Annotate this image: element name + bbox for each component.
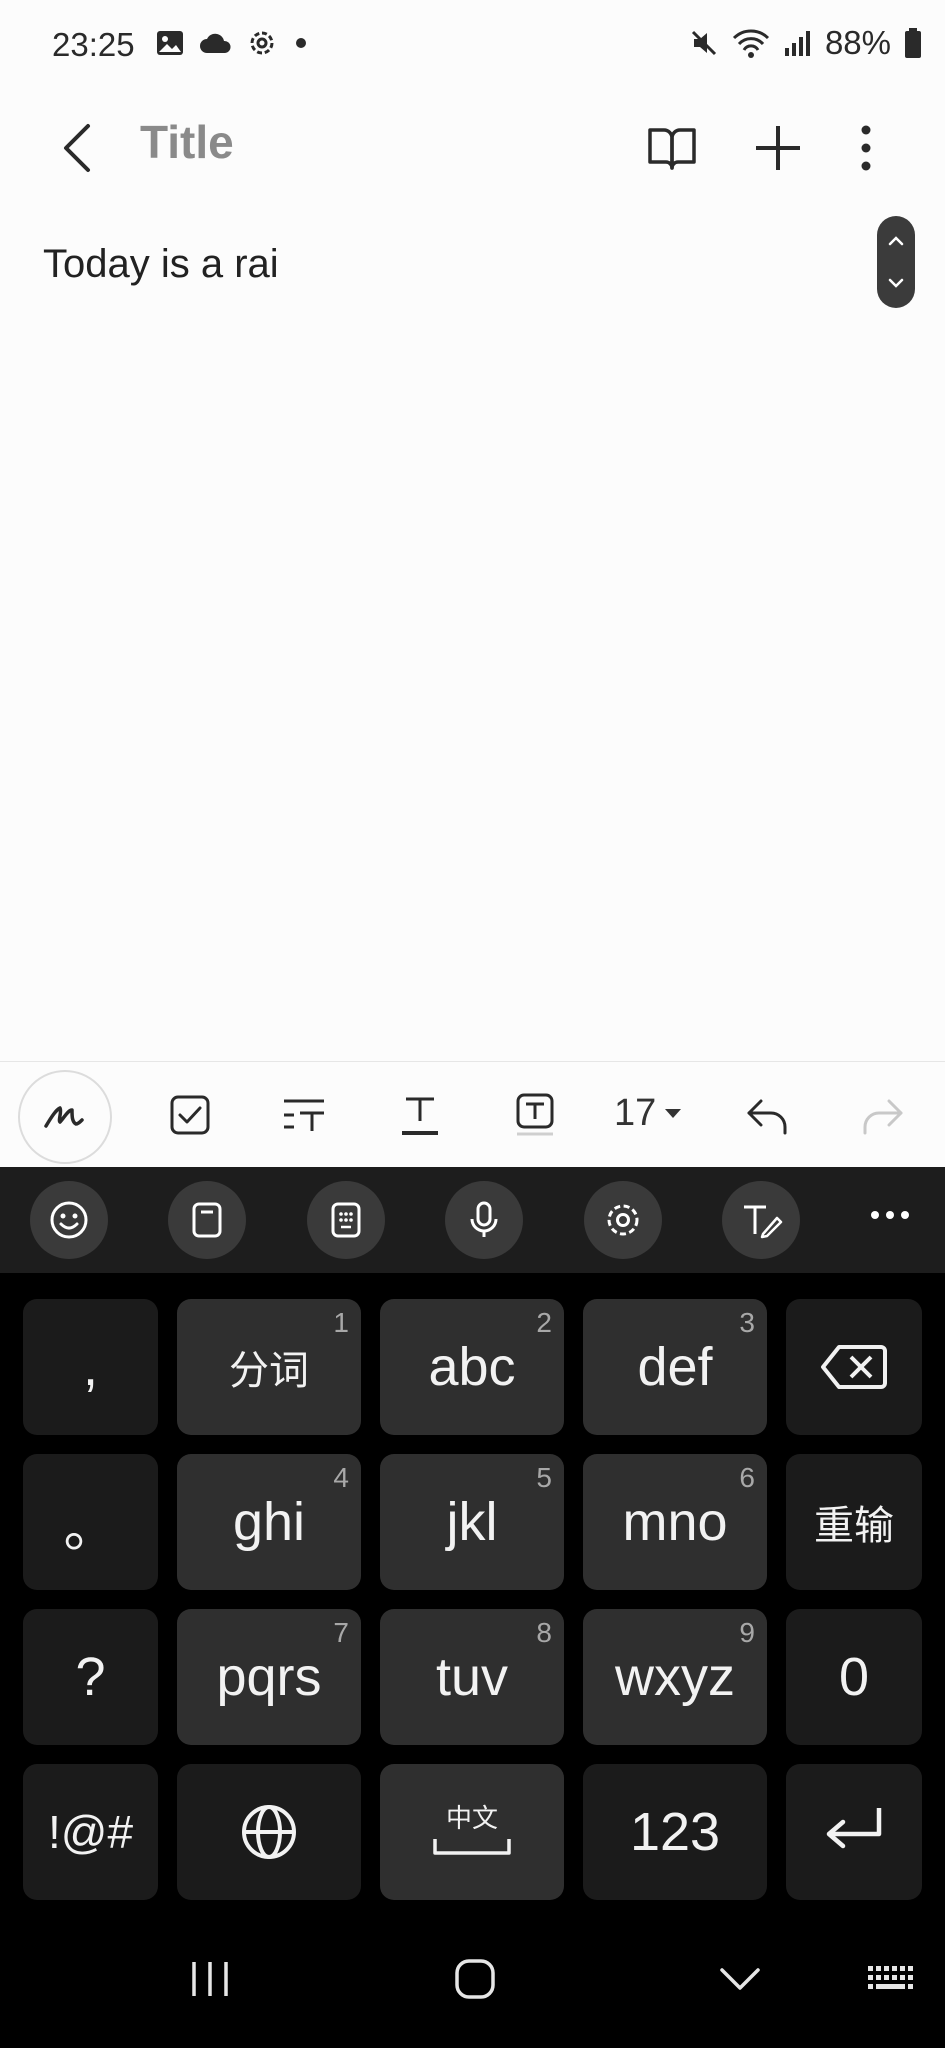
- home-button[interactable]: [447, 1954, 503, 2004]
- battery-icon: [905, 28, 921, 58]
- key-period[interactable]: 。: [23, 1454, 158, 1590]
- keypad-icon: [331, 1202, 361, 1238]
- key-5-jkl[interactable]: jkl 5: [380, 1454, 564, 1590]
- key-space[interactable]: 中文: [380, 1764, 564, 1900]
- settings-icon: [607, 1204, 639, 1236]
- undo-button[interactable]: [732, 1080, 802, 1150]
- text-box-button[interactable]: [500, 1080, 570, 1150]
- status-time: 23:25: [52, 26, 135, 63]
- emoji-button[interactable]: [30, 1181, 108, 1259]
- handwriting-icon: [44, 1106, 84, 1128]
- redo-icon: [863, 1099, 903, 1135]
- signal-icon: [784, 31, 810, 56]
- status-left-icons: [155, 28, 311, 58]
- text-style-icon: [284, 1099, 324, 1131]
- clipboard-button[interactable]: [168, 1181, 246, 1259]
- handwriting-input-button[interactable]: [722, 1181, 800, 1259]
- key-enter[interactable]: [786, 1764, 922, 1900]
- keyboard-switch-button[interactable]: [862, 1954, 918, 2004]
- font-size-select[interactable]: 17: [614, 1092, 682, 1135]
- key-numbers[interactable]: 123: [583, 1764, 767, 1900]
- add-button[interactable]: [742, 112, 814, 184]
- note-title[interactable]: Title: [140, 115, 234, 169]
- checkbox-icon: [170, 1095, 210, 1135]
- checkbox-button[interactable]: [155, 1080, 225, 1150]
- home-icon: [455, 1959, 495, 1999]
- back-button[interactable]: [52, 112, 112, 184]
- more-vert-icon: [861, 125, 871, 171]
- handwriting-text-icon: [744, 1205, 783, 1239]
- key-6-mno[interactable]: mno 6: [583, 1454, 767, 1590]
- mute-icon: [691, 30, 716, 56]
- note-body-text[interactable]: Today is a rai: [43, 242, 279, 287]
- text-box-icon: [516, 1093, 554, 1136]
- app-bar: Title: [0, 90, 945, 207]
- keyboard-switch-icon: [868, 1966, 913, 1989]
- status-bar: 23:25 88%: [0, 0, 945, 90]
- hide-keyboard-button[interactable]: [712, 1954, 768, 2004]
- emoji-icon: [50, 1201, 88, 1239]
- more-horiz-icon[interactable]: [871, 1205, 911, 1225]
- backspace-icon: [821, 1345, 887, 1389]
- more-options-button[interactable]: [830, 112, 902, 184]
- back-icon: [64, 124, 90, 172]
- gallery-icon: [157, 31, 183, 55]
- dot-icon: [296, 38, 306, 48]
- text-style-button[interactable]: [269, 1080, 339, 1150]
- dropdown-arrow-icon: [665, 1108, 682, 1118]
- book-icon: [648, 128, 696, 170]
- keypad-button[interactable]: [307, 1181, 385, 1259]
- key-1-fenci[interactable]: 分词 1: [177, 1299, 361, 1435]
- hide-keyboard-icon: [720, 1968, 760, 1990]
- underline-text-icon: [402, 1097, 438, 1135]
- key-9-wxyz[interactable]: wxyz 9: [583, 1609, 767, 1745]
- formatting-toolbar: 17: [0, 1061, 945, 1168]
- voice-input-button[interactable]: [445, 1181, 523, 1259]
- settings-icon: [250, 31, 274, 55]
- font-size-value: 17: [614, 1092, 657, 1134]
- globe-icon: [242, 1805, 296, 1859]
- status-right-icons: 88%: [689, 24, 923, 62]
- key-reinput[interactable]: 重输: [786, 1454, 922, 1590]
- handwriting-button[interactable]: [18, 1070, 112, 1164]
- key-backspace[interactable]: [786, 1299, 922, 1435]
- note-editor[interactable]: Today is a rai: [0, 206, 945, 1061]
- keyboard-toolbar: [0, 1167, 945, 1273]
- undo-icon: [747, 1099, 787, 1135]
- scroll-arrows-icon: [888, 236, 904, 288]
- underline-text-button[interactable]: [385, 1080, 455, 1150]
- recents-button[interactable]: [180, 1954, 240, 2004]
- mic-icon: [470, 1201, 498, 1237]
- key-comma[interactable]: ,: [23, 1299, 158, 1435]
- scroll-handle[interactable]: [877, 216, 915, 308]
- cloud-icon: [200, 33, 231, 53]
- enter-icon: [826, 1808, 882, 1849]
- key-2-abc[interactable]: abc 2: [380, 1299, 564, 1435]
- key-symbols[interactable]: !@#: [23, 1764, 158, 1900]
- plus-icon: [756, 126, 800, 170]
- wifi-icon: [732, 29, 769, 58]
- key-question[interactable]: ?: [23, 1609, 158, 1745]
- space-label: 中文: [445, 1802, 498, 1833]
- key-8-tuv[interactable]: tuv 8: [380, 1609, 564, 1745]
- key-4-ghi[interactable]: ghi 4: [177, 1454, 361, 1590]
- clipboard-icon: [192, 1202, 222, 1238]
- key-7-pqrs[interactable]: pqrs 7: [177, 1609, 361, 1745]
- recents-icon: [192, 1962, 228, 1996]
- redo-button[interactable]: [848, 1080, 918, 1150]
- key-3-def[interactable]: def 3: [583, 1299, 767, 1435]
- navigation-bar: [0, 1910, 945, 2048]
- battery-percent: 88%: [824, 24, 891, 61]
- space-icon: [433, 1838, 511, 1855]
- reading-mode-button[interactable]: [636, 112, 708, 184]
- key-0[interactable]: 0: [786, 1609, 922, 1745]
- key-language[interactable]: [177, 1764, 361, 1900]
- keyboard-settings-button[interactable]: [584, 1181, 662, 1259]
